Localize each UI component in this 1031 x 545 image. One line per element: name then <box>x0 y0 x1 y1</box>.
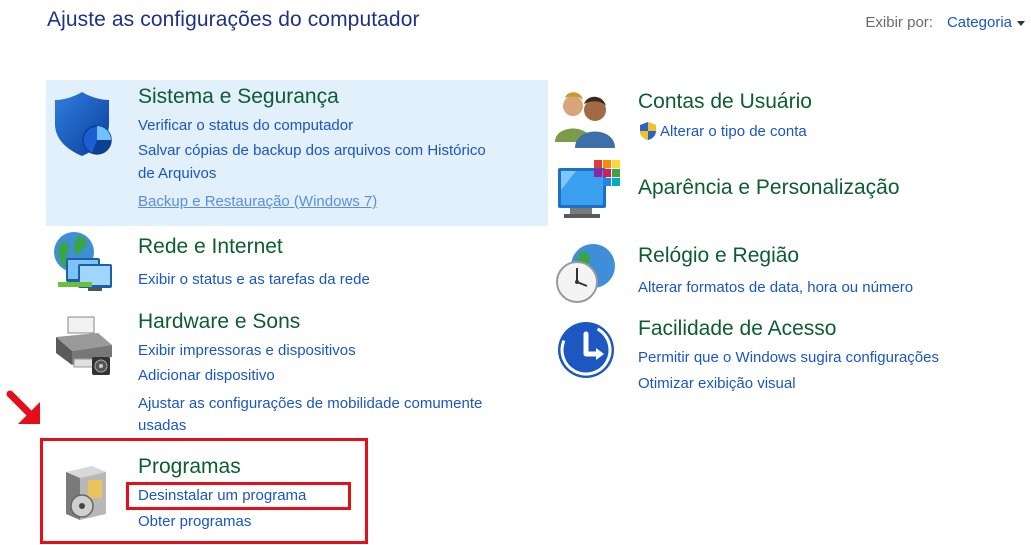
annotation-box-uninstall <box>126 482 351 510</box>
link-devices-printers[interactable]: Exibir impressoras e dispositivos <box>138 341 356 361</box>
view-by-label: Exibir por: <box>865 14 933 31</box>
network-globe-icon[interactable] <box>50 228 114 299</box>
link-mobility-settings[interactable]: Ajustar as configurações de mobilidade c… <box>138 394 482 414</box>
security-shield-icon[interactable] <box>52 90 114 163</box>
clock-globe-icon[interactable] <box>553 240 619 311</box>
printer-icon[interactable] <box>52 315 116 382</box>
link-change-account-type[interactable]: Alterar o tipo de conta <box>660 122 807 142</box>
category-title-network[interactable]: Rede e Internet <box>138 235 283 259</box>
category-title-system-security[interactable]: Sistema e Segurança <box>138 85 339 109</box>
link-add-device[interactable]: Adicionar dispositivo <box>138 366 275 386</box>
chevron-down-icon[interactable] <box>1017 20 1025 26</box>
link-file-history-backup-cont[interactable]: de Arquivos <box>138 164 216 184</box>
link-backup-restore[interactable]: Backup e Restauração (Windows 7) <box>138 192 377 212</box>
link-check-computer-status[interactable]: Verificar o status do computador <box>138 116 353 136</box>
link-optimize-visual-display[interactable]: Otimizar exibição visual <box>638 374 796 394</box>
link-file-history-backup[interactable]: Salvar cópias de backup dos arquivos com… <box>138 141 486 161</box>
annotation-arrow-icon <box>6 390 46 437</box>
link-mobility-settings-cont[interactable]: usadas <box>138 416 186 436</box>
category-title-appearance[interactable]: Aparência e Personalização <box>638 176 900 200</box>
users-icon[interactable] <box>553 88 615 153</box>
page-title: Ajuste as configurações do computador <box>47 8 420 31</box>
category-title-clock-region[interactable]: Relógio e Região <box>638 244 799 268</box>
appearance-monitor-icon[interactable] <box>556 160 626 231</box>
category-title-ease-of-access[interactable]: Facilidade de Acesso <box>638 317 836 341</box>
link-network-status[interactable]: Exibir o status e as tarefas da rede <box>138 270 370 290</box>
view-by-dropdown[interactable]: Categoria <box>947 14 1012 31</box>
uac-shield-icon <box>638 121 658 146</box>
view-by: Exibir por: Categoria <box>865 14 1025 31</box>
ease-of-access-icon[interactable] <box>556 320 616 385</box>
category-title-hardware[interactable]: Hardware e Sons <box>138 310 300 334</box>
link-date-time-formats[interactable]: Alterar formatos de data, hora ou número <box>638 278 913 298</box>
link-windows-suggest-settings[interactable]: Permitir que o Windows sugira configuraç… <box>638 348 939 368</box>
category-title-user-accounts[interactable]: Contas de Usuário <box>638 90 812 114</box>
